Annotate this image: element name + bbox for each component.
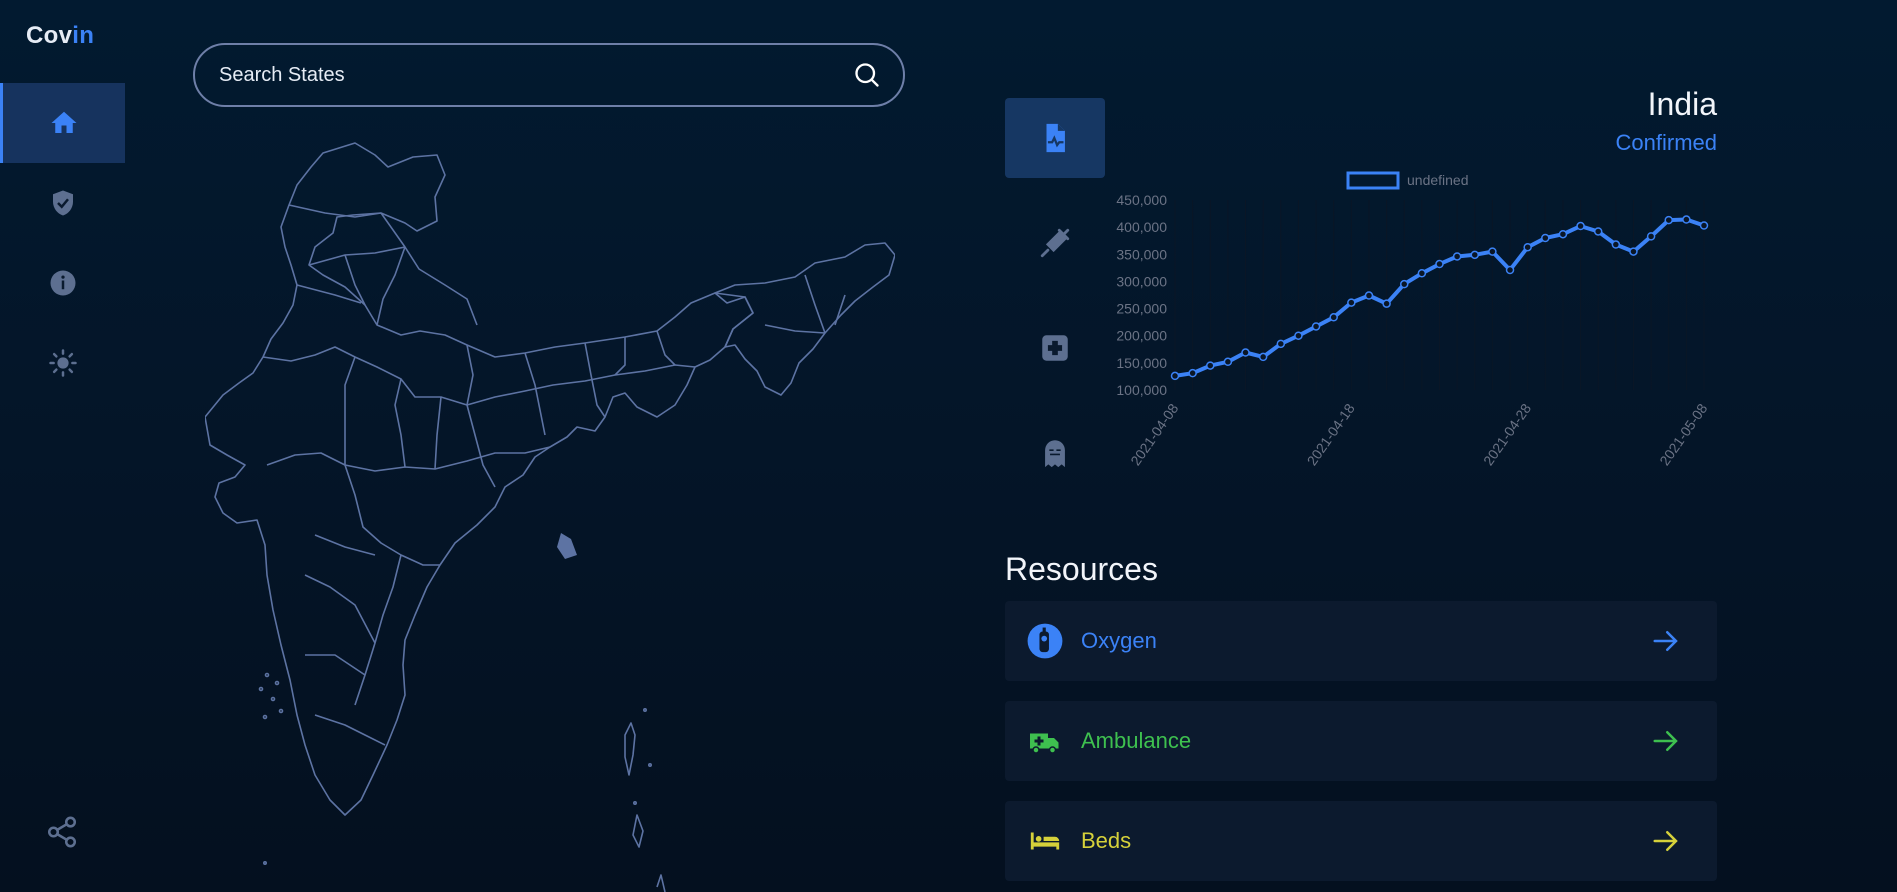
data-point[interactable]	[1611, 240, 1621, 249]
data-point[interactable]	[1364, 291, 1374, 300]
resource-beds[interactable]: Beds	[1005, 801, 1717, 881]
shield-check-icon	[52, 190, 73, 216]
data-point[interactable]	[1523, 242, 1532, 252]
data-point[interactable]	[1699, 221, 1709, 230]
data-point[interactable]	[1488, 247, 1497, 256]
y-tick-label: 200,000	[1116, 328, 1167, 344]
country-title: India	[1647, 86, 1717, 122]
y-tick-label: 100,000	[1116, 382, 1167, 398]
y-tick-label: 350,000	[1116, 246, 1167, 262]
ambulance-icon	[1025, 721, 1065, 761]
data-point[interactable]	[1505, 265, 1515, 275]
x-tick-label: 2021-04-28	[1480, 400, 1534, 468]
data-point[interactable]	[1170, 371, 1180, 381]
sidebar: Covin	[0, 0, 125, 892]
data-point[interactable]	[1576, 221, 1585, 231]
info-icon	[50, 270, 75, 296]
share-icon[interactable]	[45, 815, 79, 849]
ghost-icon	[1045, 440, 1065, 468]
data-point[interactable]	[1276, 339, 1286, 349]
data-point[interactable]	[1347, 298, 1356, 307]
data-point[interactable]	[1541, 233, 1550, 243]
resource-label: Beds	[1081, 828, 1132, 853]
metric-label: Confirmed	[1615, 130, 1717, 155]
nav-theme-toggle[interactable]	[0, 323, 125, 403]
arrow-right-icon[interactable]	[1651, 726, 1681, 756]
data-point[interactable]	[1646, 232, 1656, 241]
logo-text-b: in	[72, 22, 95, 49]
sundarbans-patch	[557, 533, 577, 559]
data-point[interactable]	[1435, 259, 1444, 269]
medical-cross-icon	[1042, 335, 1068, 361]
medical-file-icon	[1046, 123, 1065, 153]
resource-label: Ambulance	[1081, 728, 1192, 753]
india-outline	[205, 142, 754, 816]
resource-label: Oxygen	[1081, 628, 1157, 653]
data-point[interactable]	[1294, 331, 1303, 340]
y-tick-label: 150,000	[1116, 355, 1167, 371]
data-point[interactable]	[1470, 250, 1480, 260]
data-point[interactable]	[1399, 279, 1409, 289]
bed-icon	[1025, 821, 1065, 861]
data-point[interactable]	[1558, 229, 1568, 239]
home-icon	[51, 111, 77, 133]
syringe-icon	[1040, 228, 1070, 258]
search-icon[interactable]	[853, 61, 881, 89]
y-tick-label: 300,000	[1116, 273, 1167, 289]
x-tick-label: 2021-04-08	[1127, 400, 1181, 468]
nav-home[interactable]	[0, 83, 125, 163]
data-point[interactable]	[1382, 299, 1391, 308]
resource-ambulance[interactable]: Ambulance	[1005, 701, 1717, 781]
northeast-outline	[714, 242, 895, 396]
sun-icon	[48, 349, 77, 377]
app-logo[interactable]: Covin	[26, 22, 94, 50]
data-point[interactable]	[1629, 247, 1638, 256]
nav-info[interactable]	[0, 243, 125, 323]
data-point[interactable]	[1188, 368, 1197, 378]
arrow-right-icon[interactable]	[1651, 826, 1681, 856]
resources-title: Resources	[1005, 551, 1158, 587]
data-point[interactable]	[1311, 322, 1321, 331]
data-point[interactable]	[1258, 352, 1268, 362]
arrow-right-icon[interactable]	[1651, 626, 1681, 656]
data-point[interactable]	[1417, 269, 1427, 278]
search-bar	[193, 43, 905, 107]
india-map[interactable]	[205, 135, 895, 892]
logo-text-a: Cov	[26, 22, 73, 49]
data-point[interactable]	[1593, 227, 1603, 236]
y-tick-label: 250,000	[1116, 301, 1167, 317]
x-tick-label: 2021-05-08	[1656, 400, 1710, 468]
data-point[interactable]	[1682, 215, 1691, 224]
y-tick-label: 450,000	[1116, 192, 1167, 208]
data-point[interactable]	[1206, 361, 1215, 370]
legend-swatch[interactable]	[1346, 171, 1400, 190]
resource-oxygen[interactable]: Oxygen	[1005, 601, 1717, 681]
y-tick-label: 400,000	[1116, 219, 1167, 235]
data-point[interactable]	[1329, 313, 1338, 322]
data-point[interactable]	[1664, 215, 1673, 225]
search-input[interactable]	[217, 62, 853, 88]
x-tick-label: 2021-04-18	[1304, 400, 1358, 468]
data-point[interactable]	[1223, 357, 1233, 367]
data-point[interactable]	[1241, 348, 1250, 357]
oxygen-tank-icon	[1025, 621, 1065, 661]
data-point[interactable]	[1452, 252, 1462, 261]
nav-precautions[interactable]	[0, 163, 125, 243]
legend-label: undefined	[1407, 172, 1469, 188]
confirmed-line-chart: undefined 450,000 400,000 350,000 300,000 25…	[1116, 171, 1711, 468]
